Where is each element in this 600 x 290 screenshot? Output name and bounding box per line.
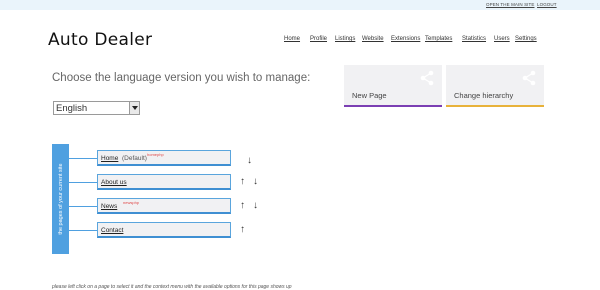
page-node-name[interactable]: News — [101, 203, 117, 210]
language-select-value: English — [56, 103, 88, 114]
page-node-news[interactable]: News newsphp — [97, 198, 231, 214]
page-node-name[interactable]: Contact — [101, 227, 123, 234]
pages-sidebar: the pages of your current site — [52, 144, 69, 254]
nav-settings[interactable]: Settings — [515, 36, 537, 42]
tree-connector — [69, 230, 97, 231]
language-select[interactable]: English — [53, 101, 140, 115]
share-icon — [420, 70, 434, 86]
page-node-name[interactable]: About us — [101, 179, 127, 186]
page-file-tag: homephp — [147, 152, 164, 157]
nav-listings[interactable]: Listings — [335, 36, 355, 42]
nav-templates[interactable]: Templates — [425, 36, 452, 42]
chevron-down-icon[interactable] — [129, 102, 139, 114]
nav-website[interactable]: Website — [362, 36, 384, 42]
page-node-contact[interactable]: Contact — [97, 222, 231, 238]
logout-link[interactable]: LOGOUT — [537, 2, 557, 7]
tree-connector — [69, 182, 97, 183]
new-page-accent-bar — [344, 105, 442, 107]
change-hierarchy-tile[interactable]: Change hierarchy — [446, 65, 544, 107]
change-hierarchy-accent-bar — [446, 105, 544, 107]
tree-connector — [69, 158, 97, 159]
new-page-label: New Page — [352, 91, 387, 100]
help-footnote: please left click on a page to select it… — [52, 284, 292, 290]
page-node-home[interactable]: Home (Default) homephp — [97, 150, 231, 166]
top-bar: OPEN THE MAIN SITE LOGOUT — [0, 0, 600, 10]
nav-profile[interactable]: Profile — [310, 36, 327, 42]
move-down-arrow-icon[interactable]: ↓ — [247, 156, 252, 166]
default-page-label: (Default) — [122, 155, 147, 162]
new-page-tile[interactable]: New Page — [344, 65, 442, 107]
page-node-name[interactable]: Home — [101, 155, 118, 162]
nav-extensions[interactable]: Extensions — [391, 36, 420, 42]
move-down-arrow-icon[interactable]: ↓ — [253, 177, 258, 187]
pages-sidebar-label: the pages of your current site — [57, 163, 64, 235]
move-down-arrow-icon[interactable]: ↓ — [253, 201, 258, 211]
page-node-about-us[interactable]: About us — [97, 174, 231, 190]
page-file-tag: newsphp — [123, 200, 140, 205]
open-main-site-link[interactable]: OPEN THE MAIN SITE — [486, 2, 534, 7]
move-up-arrow-icon[interactable]: ↑ — [240, 201, 245, 211]
move-up-arrow-icon[interactable]: ↑ — [240, 177, 245, 187]
change-hierarchy-label: Change hierarchy — [454, 91, 514, 100]
share-icon — [522, 70, 536, 86]
site-logo: Auto Dealer — [48, 30, 153, 50]
page-heading: Choose the language version you wish to … — [52, 72, 311, 84]
nav-statistics[interactable]: Statistics — [462, 36, 486, 42]
nav-users[interactable]: Users — [494, 36, 510, 42]
nav-home[interactable]: Home — [284, 36, 300, 42]
tree-connector — [69, 206, 97, 207]
move-up-arrow-icon[interactable]: ↑ — [240, 225, 245, 235]
